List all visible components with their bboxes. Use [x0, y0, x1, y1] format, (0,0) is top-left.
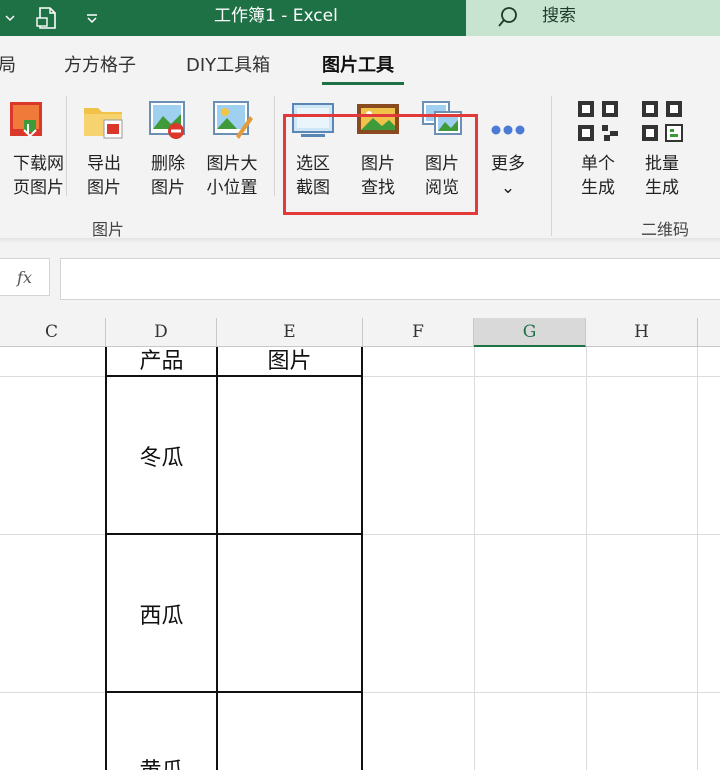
search-box[interactable]: 搜索: [466, 0, 720, 36]
more-dots-icon: [486, 100, 530, 142]
download-image-icon: [4, 100, 48, 142]
image-size-icon: [210, 100, 254, 142]
column-header-e[interactable]: E: [217, 318, 363, 347]
gridline: [697, 347, 698, 770]
delete-image-button[interactable]: 删除 图片: [138, 94, 198, 206]
image-size-position-button[interactable]: 图片大 小位置: [202, 94, 262, 206]
table-border: [361, 347, 363, 770]
export-image-icon: [82, 100, 126, 142]
qr-single-generate-button[interactable]: 单个 生成: [568, 94, 628, 206]
formula-input[interactable]: [60, 258, 720, 300]
worksheet-grid[interactable]: 产品 图片 冬瓜 西瓜 黄瓜: [0, 347, 720, 770]
highlight-box: [283, 114, 478, 215]
column-header-f[interactable]: F: [363, 318, 474, 347]
more-button[interactable]: 更多 ⌄: [478, 94, 538, 206]
table-header-product[interactable]: 产品: [107, 347, 216, 377]
table-cell-product[interactable]: 黄瓜: [107, 753, 216, 770]
table-border: [216, 347, 218, 770]
ribbon: 下载网 页图片 导出 图片 删除 图片 图片大 小位置 选区 截图 图片 查找 …: [0, 86, 720, 240]
formula-bar: fx: [0, 244, 720, 318]
table-border: [105, 347, 107, 770]
group-label-qrcode: 二维码: [641, 220, 690, 239]
group-separator: [551, 96, 552, 236]
table-cell-product[interactable]: 西瓜: [107, 598, 216, 630]
active-tab-indicator: [322, 82, 404, 85]
gridline: [474, 347, 475, 770]
qr-code-icon: [576, 100, 620, 142]
download-web-image-button[interactable]: 下载网 页图片: [0, 94, 64, 206]
tab-page-layout[interactable]: 局: [0, 51, 16, 77]
chevron-down-icon[interactable]: [0, 0, 20, 36]
column-header-g[interactable]: G: [474, 318, 586, 347]
insert-function-button[interactable]: fx: [0, 258, 50, 296]
fx-label: fx: [17, 267, 32, 287]
tab-fangfang-gezi[interactable]: 方方格子: [64, 51, 136, 77]
search-icon: [496, 5, 520, 33]
group-label-images: 图片: [92, 220, 125, 239]
title-bar: 工作簿1 - Excel 搜索: [0, 0, 720, 36]
search-label: 搜索: [542, 6, 576, 26]
tab-diy-toolbox[interactable]: DIY工具箱: [186, 51, 270, 77]
document-icon[interactable]: [32, 0, 62, 36]
customize-dropdown-icon[interactable]: [80, 0, 104, 36]
table-header-image[interactable]: 图片: [218, 347, 361, 377]
gridline: [586, 347, 587, 770]
qr-batch-generate-button[interactable]: 批量 生成: [632, 94, 692, 206]
qr-batch-icon: [640, 100, 684, 142]
table-cell-product[interactable]: 冬瓜: [107, 440, 216, 472]
column-header-c[interactable]: C: [0, 318, 106, 347]
tab-image-tools[interactable]: 图片工具: [322, 51, 394, 77]
column-header-d[interactable]: D: [106, 318, 217, 347]
table-border: [105, 533, 363, 535]
window-title: 工作簿1 - Excel: [214, 6, 338, 26]
column-headers: C D E F G H: [0, 318, 720, 347]
column-header-h[interactable]: H: [586, 318, 698, 347]
ribbon-tabs: 局 方方格子 DIY工具箱 图片工具: [0, 36, 720, 86]
delete-image-icon: [146, 100, 190, 142]
export-image-button[interactable]: 导出 图片: [74, 94, 134, 206]
table-border: [105, 691, 363, 693]
